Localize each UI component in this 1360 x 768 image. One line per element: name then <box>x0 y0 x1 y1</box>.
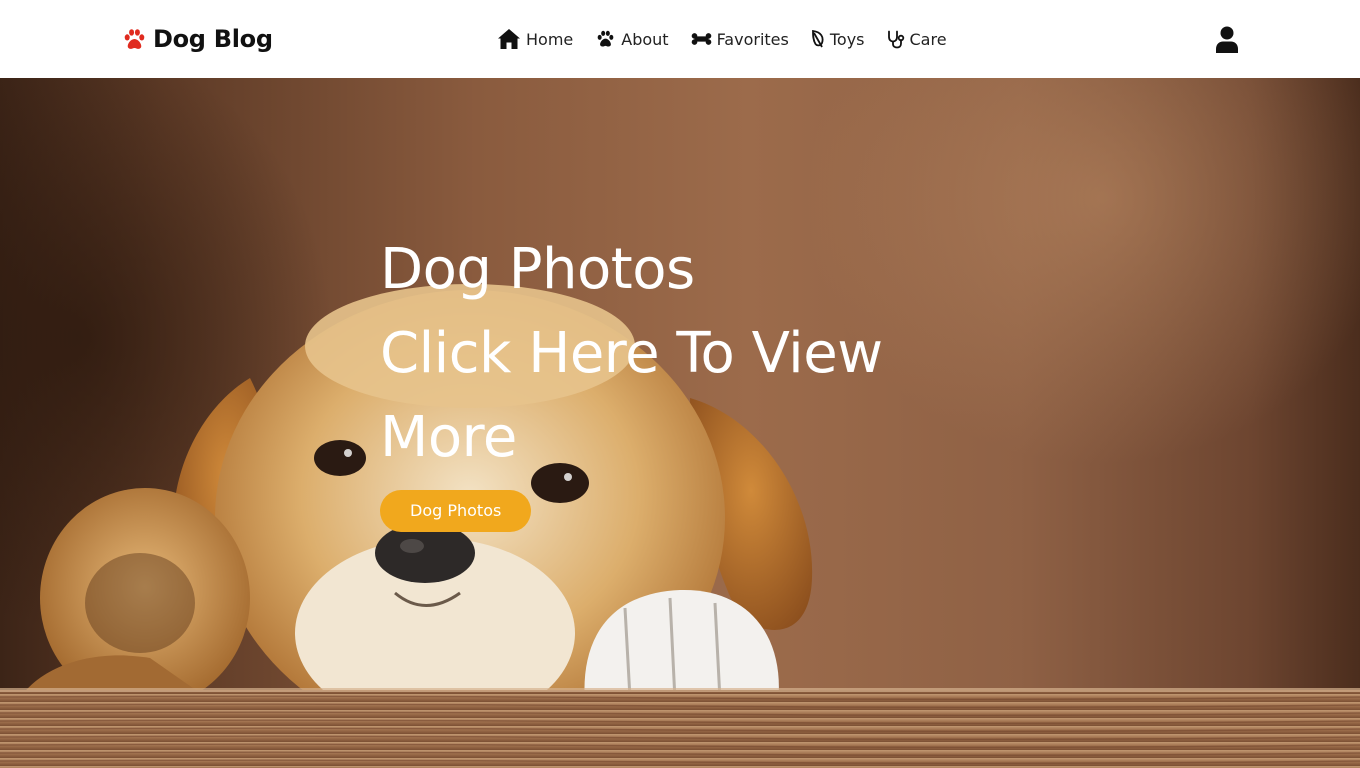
nav-item-label: About <box>621 29 669 49</box>
home-icon <box>498 29 520 49</box>
hero-content: Dog Photos Click Here To View More Dog P… <box>380 228 980 532</box>
hero-title-line: Click Here To View <box>380 321 883 386</box>
paw-icon <box>597 30 614 47</box>
dog-photos-button[interactable]: Dog Photos <box>380 490 532 532</box>
hero-banner: Dog Photos Click Here To View More Dog P… <box>0 78 1360 768</box>
bone-icon <box>691 33 711 45</box>
paw-icon <box>124 28 145 49</box>
user-account-button[interactable] <box>1213 24 1241 54</box>
brand-logo-link[interactable]: Dog Blog <box>122 22 273 56</box>
nav-item-home[interactable]: Home <box>497 28 573 50</box>
hero-title: Dog Photos Click Here To View More <box>380 228 980 480</box>
leaf-icon <box>811 30 824 48</box>
top-navbar: Dog Blog Home About Favorites Toys Care <box>0 0 1360 78</box>
brand-name: Dog Blog <box>153 25 273 53</box>
nav-item-care[interactable]: Care <box>887 30 947 49</box>
nav-item-favorites[interactable]: Favorites <box>691 30 789 49</box>
hero-title-line: Dog Photos <box>380 237 695 302</box>
nav-item-label: Care <box>909 29 947 49</box>
nav-item-label: Toys <box>829 29 865 49</box>
nav-item-about[interactable]: About <box>595 29 669 49</box>
user-icon <box>1216 26 1238 53</box>
main-navigation: Home About Favorites Toys Care <box>497 26 947 52</box>
stethoscope-icon <box>887 30 904 48</box>
nav-item-label: Favorites <box>716 29 789 49</box>
nav-item-toys[interactable]: Toys <box>811 30 865 49</box>
hero-title-line: More <box>380 405 517 470</box>
nav-item-label: Home <box>526 29 574 49</box>
